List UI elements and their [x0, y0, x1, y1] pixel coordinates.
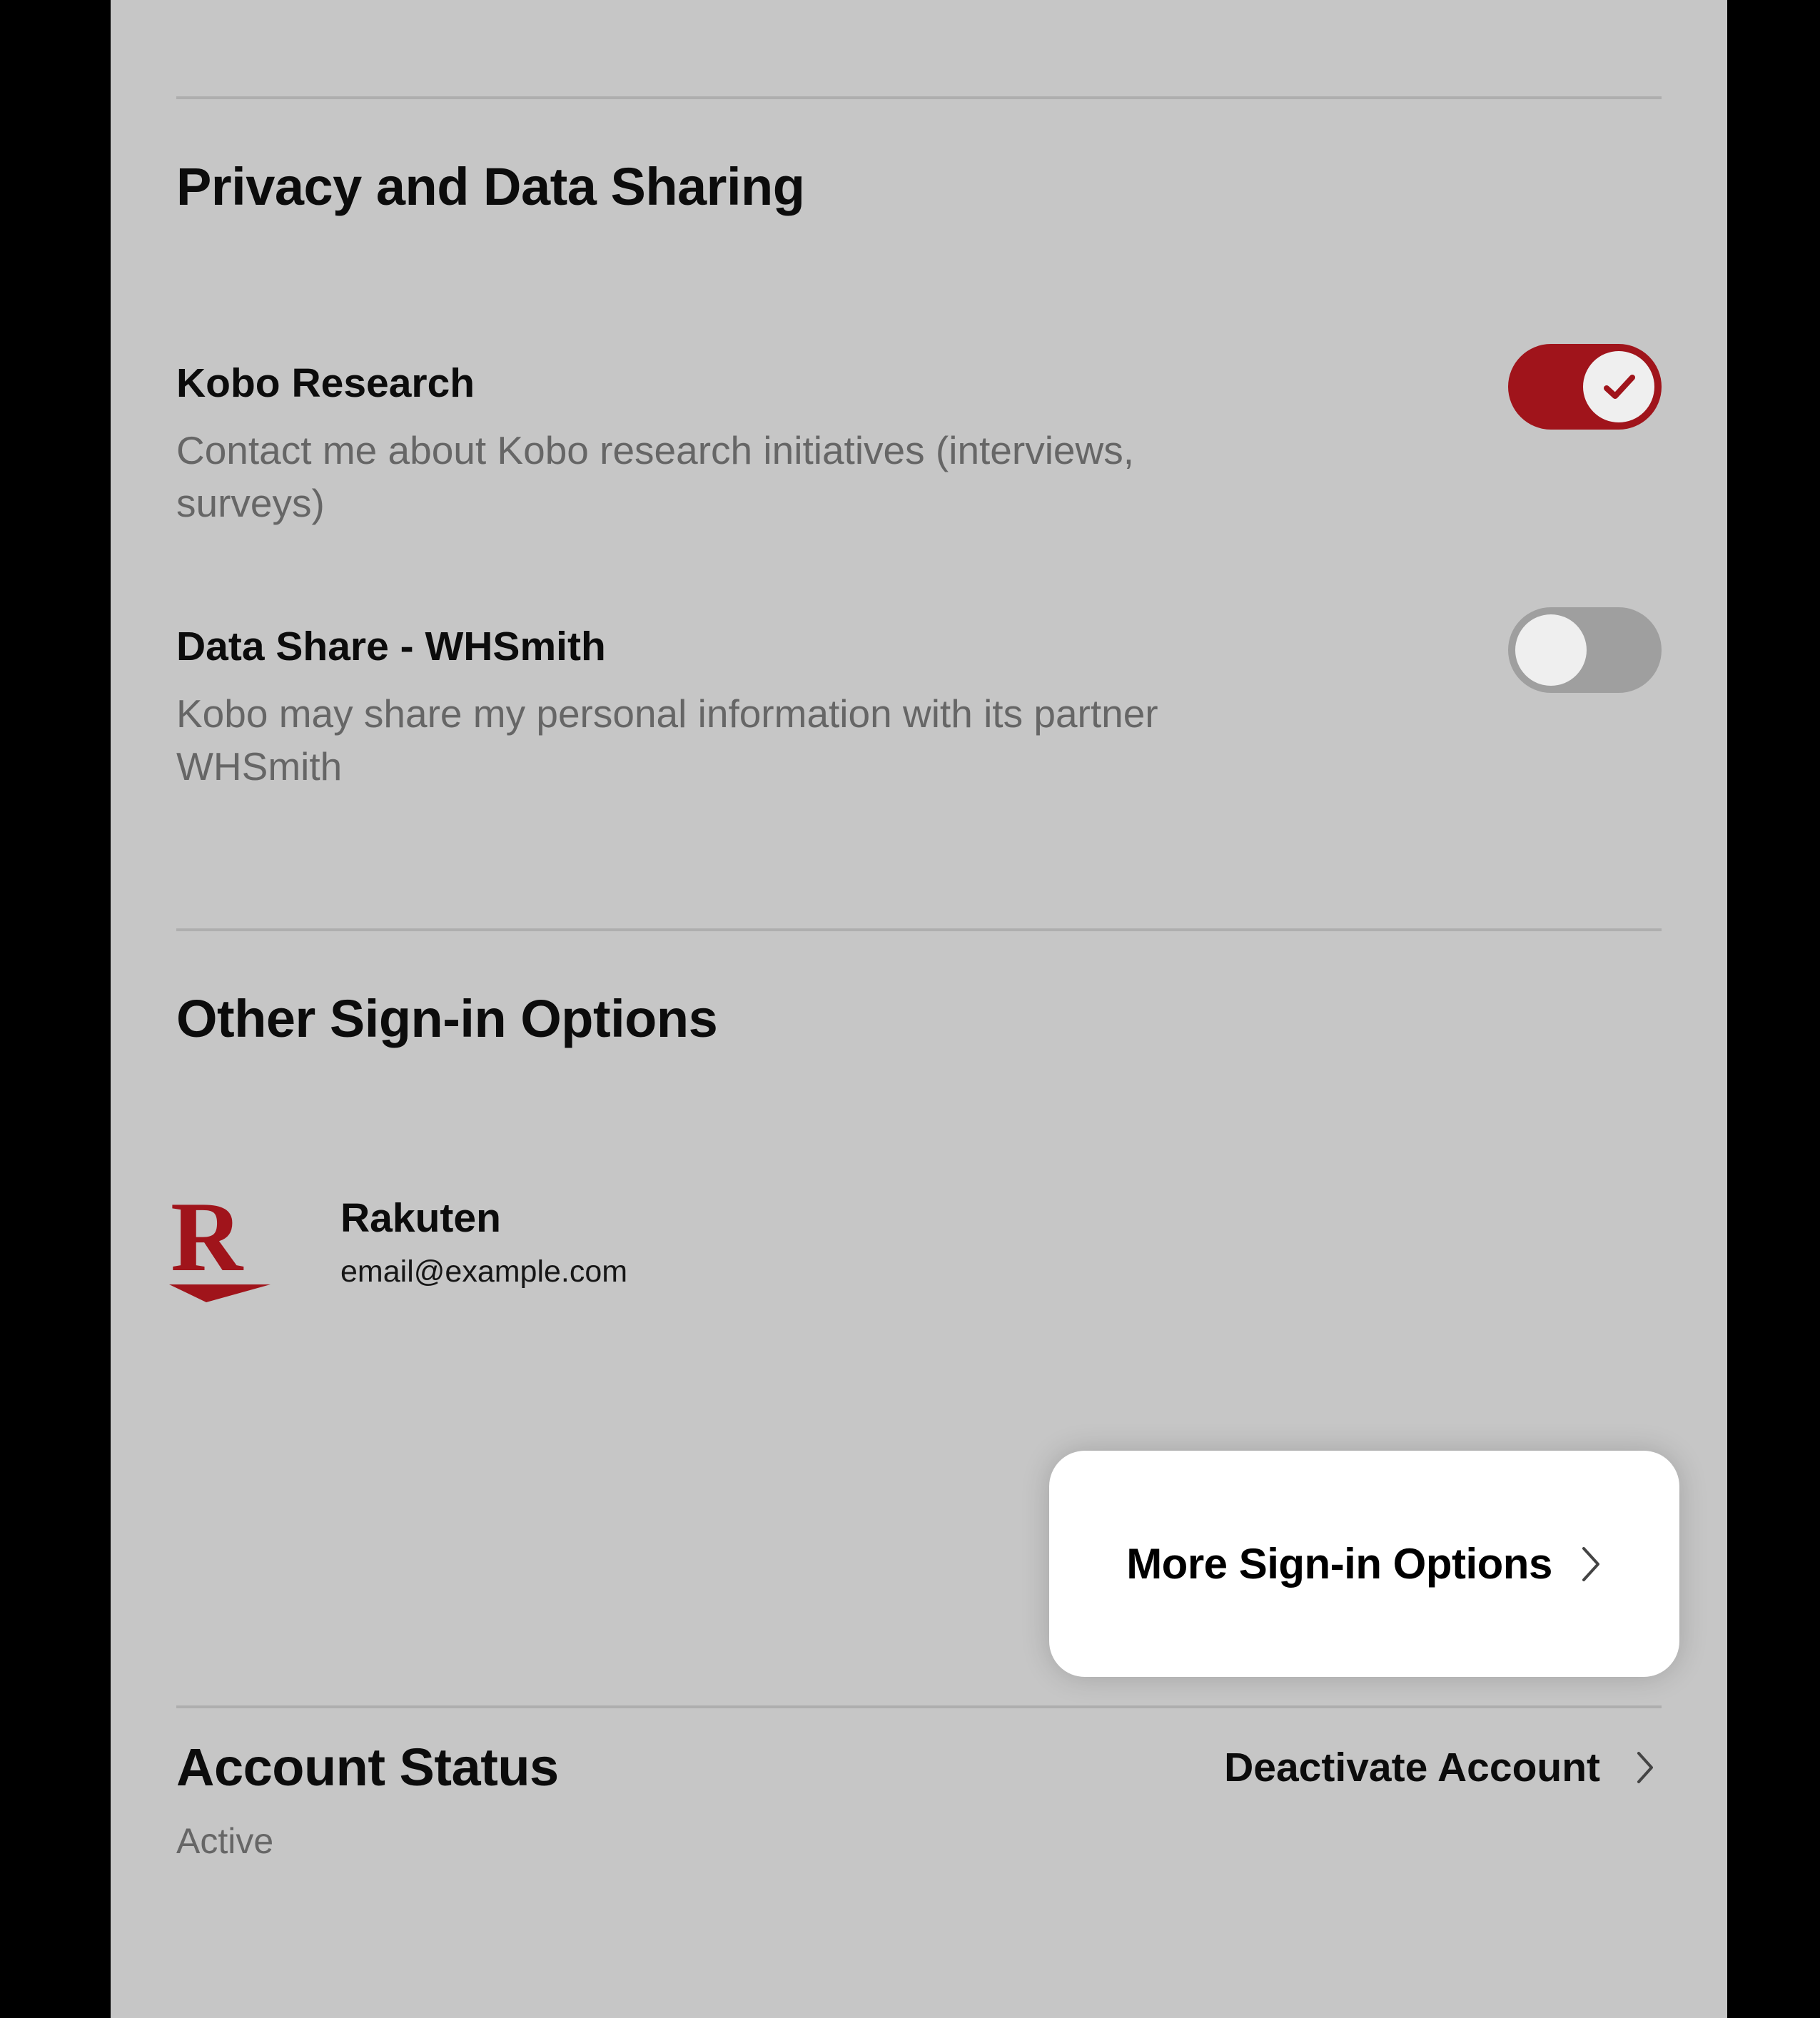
privacy-item-desc: Contact me about Kobo research initiativ… [176, 424, 1190, 530]
more-signin-label: More Sign-in Options [1126, 1539, 1552, 1588]
divider [176, 1705, 1662, 1708]
more-signin-options-button[interactable]: More Sign-in Options [1049, 1451, 1679, 1677]
account-status-value: Active [176, 1820, 1662, 1862]
svg-text:R: R [171, 1182, 244, 1292]
privacy-item-desc: Kobo may share my personal information w… [176, 687, 1190, 793]
rakuten-logo-icon: R [163, 1177, 271, 1306]
divider [176, 96, 1662, 99]
row-text-block: Data Share - WHSmith Kobo may share my p… [176, 623, 1190, 793]
divider [176, 928, 1662, 931]
signin-provider-name: Rakuten [340, 1195, 627, 1242]
signin-provider-row[interactable]: R Rakuten email@example.com [176, 1177, 1662, 1306]
status-heading: Account Status [176, 1737, 559, 1798]
signin-labels: Rakuten email@example.com [340, 1195, 627, 1289]
toggle-knob [1515, 614, 1587, 686]
deactivate-label: Deactivate Account [1224, 1744, 1600, 1791]
row-text-block: Kobo Research Contact me about Kobo rese… [176, 360, 1190, 530]
privacy-row-kobo-research: Kobo Research Contact me about Kobo rese… [176, 360, 1662, 530]
toggle-knob [1583, 351, 1654, 422]
settings-panel: Privacy and Data Sharing Kobo Research C… [111, 0, 1727, 2018]
privacy-heading: Privacy and Data Sharing [176, 156, 1662, 217]
toggle-whsmith[interactable] [1508, 607, 1662, 693]
toggle-kobo-research[interactable] [1508, 344, 1662, 430]
chevron-right-icon [1634, 1750, 1656, 1785]
privacy-item-title: Kobo Research [176, 360, 1190, 407]
privacy-row-whsmith: Data Share - WHSmith Kobo may share my p… [176, 623, 1662, 793]
privacy-item-title: Data Share - WHSmith [176, 623, 1190, 670]
chevron-right-icon [1579, 1546, 1602, 1583]
deactivate-account-button[interactable]: Deactivate Account [1224, 1744, 1662, 1791]
account-status-row: Account Status Deactivate Account [176, 1737, 1662, 1798]
check-icon [1601, 369, 1637, 405]
signin-heading: Other Sign-in Options [176, 988, 1662, 1049]
signin-provider-email: email@example.com [340, 1254, 627, 1289]
